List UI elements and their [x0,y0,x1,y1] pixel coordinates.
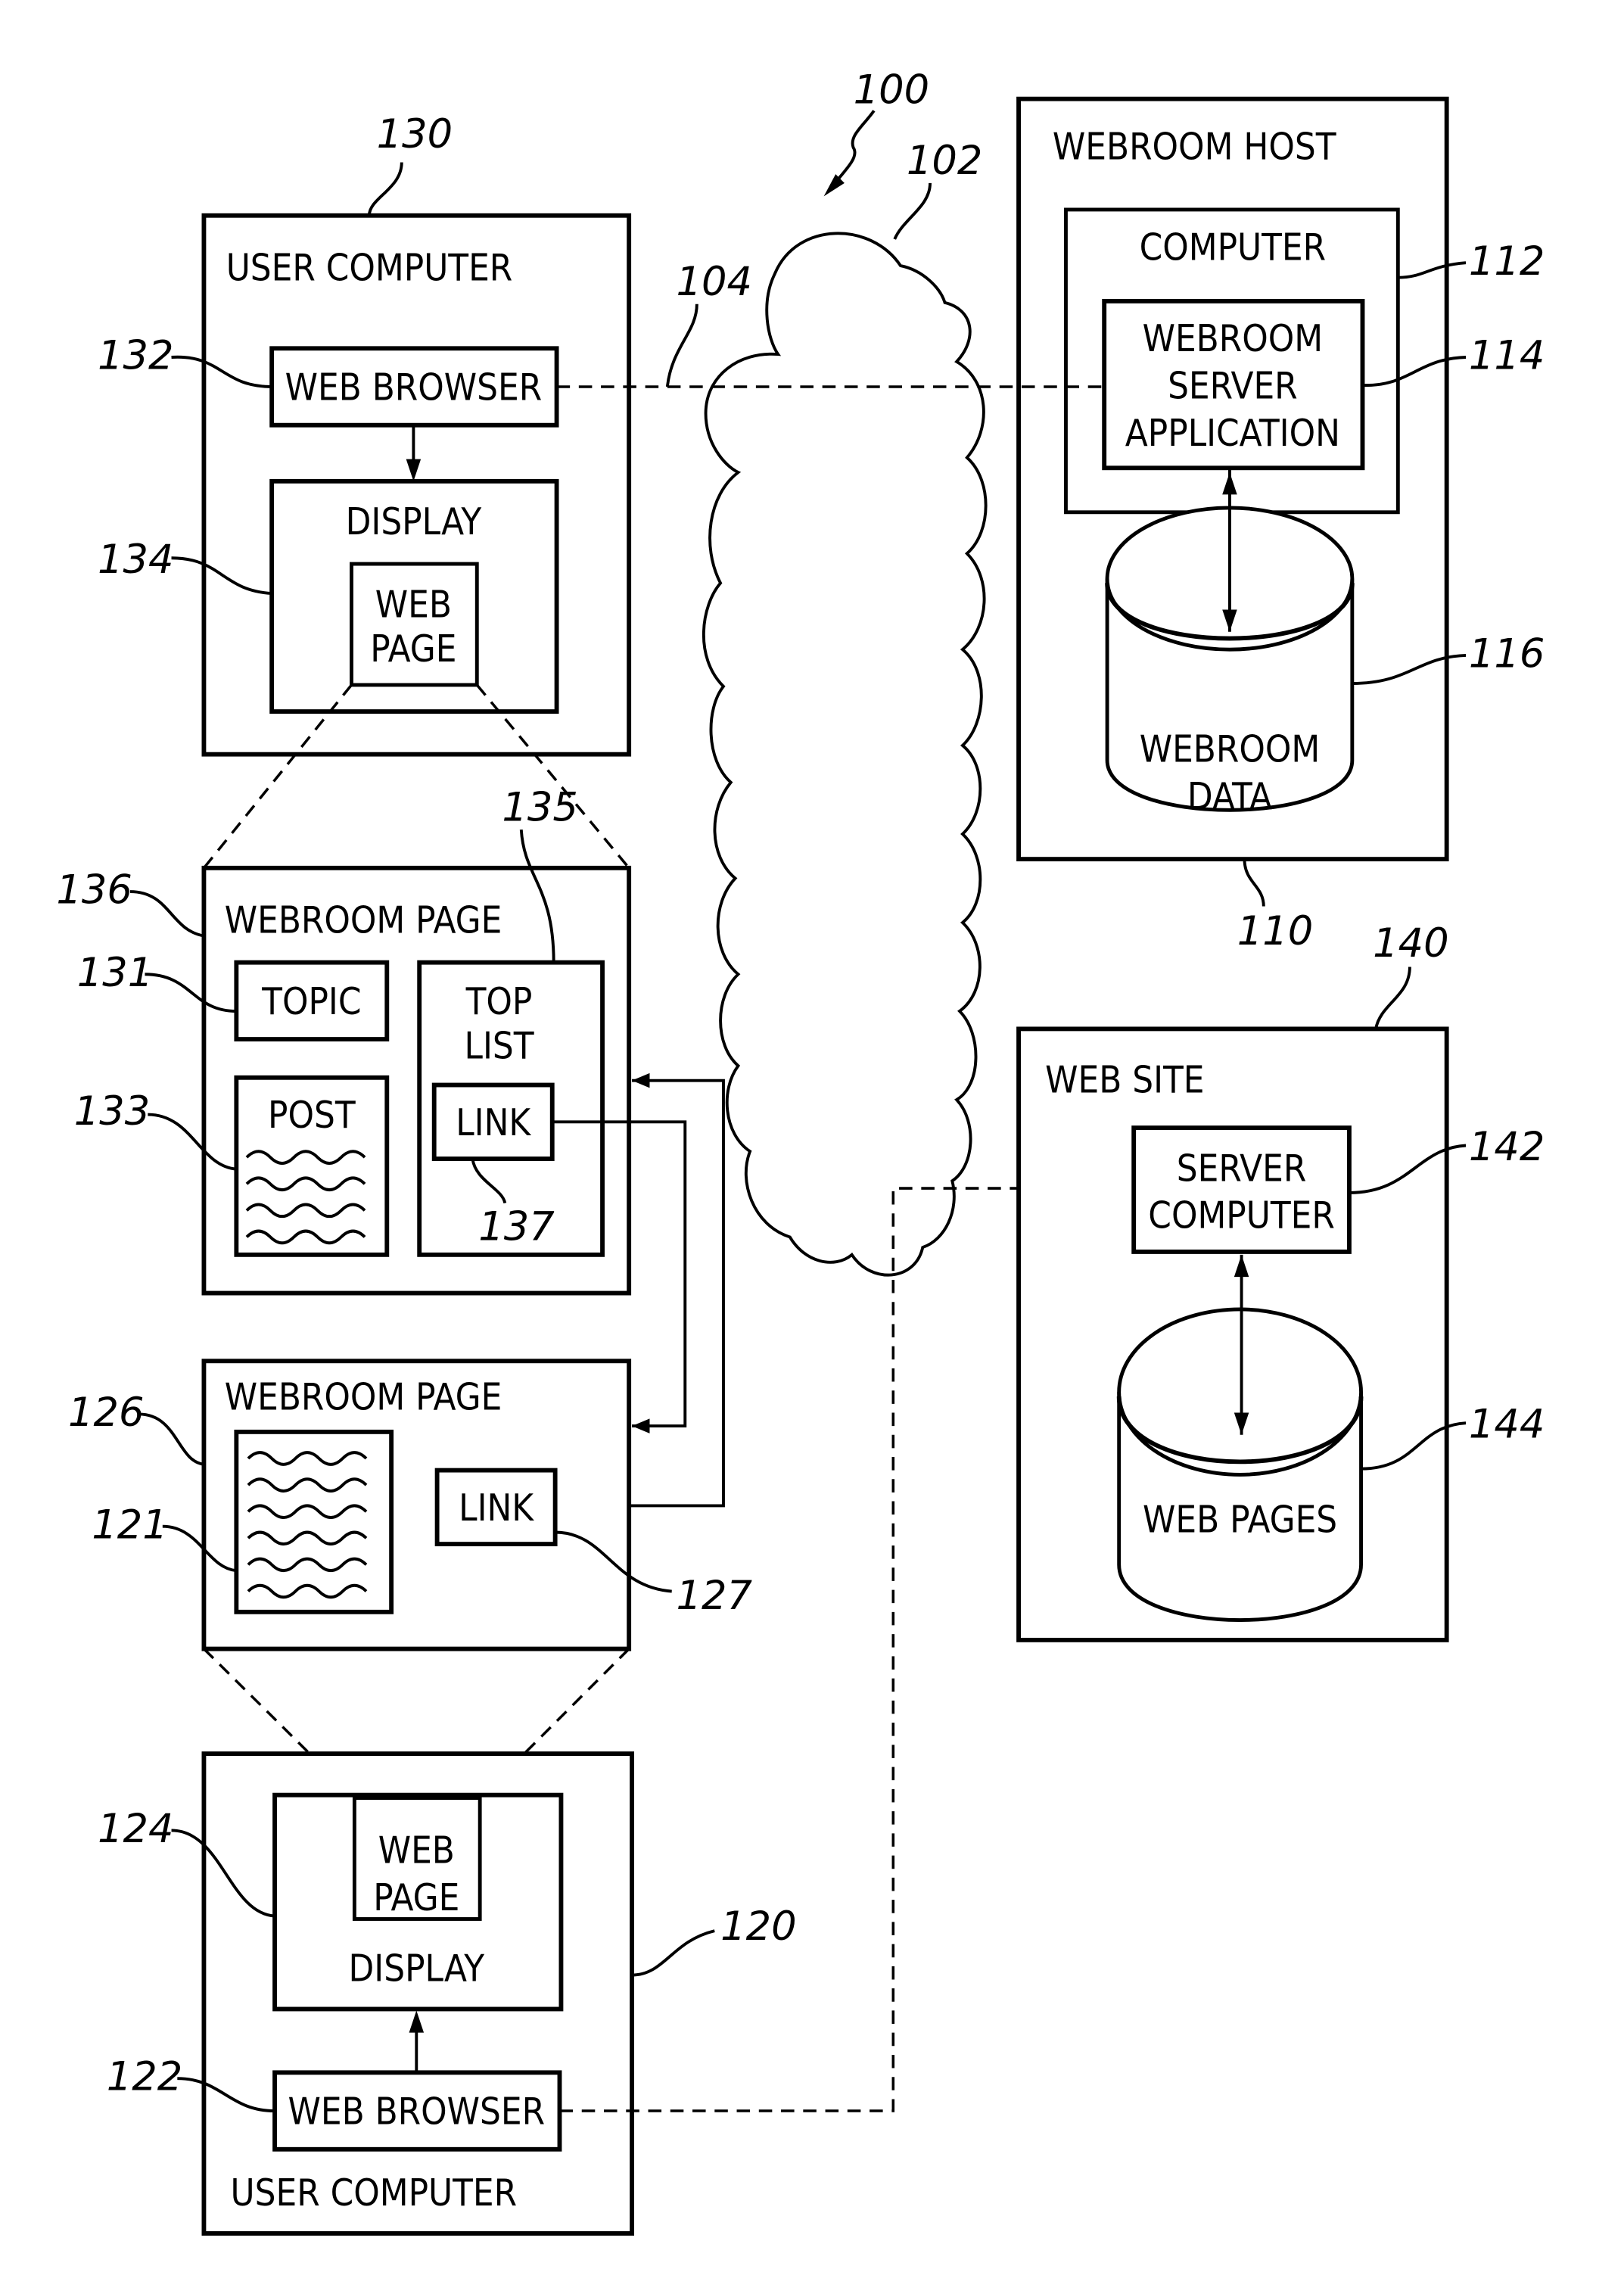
web-site: WEB SITE SERVER COMPUTER WEB PAGES [1016,1026,1449,1642]
ref-122: 122 [107,2054,183,2100]
top-list-line-2: LIST [465,1025,534,1067]
host-computer-label: COMPUTER [1140,226,1327,269]
post-label: POST [268,1094,356,1137]
top-list-line-1: TOP [465,981,533,1023]
ref-130-leader [367,162,403,216]
topic-label: TOPIC [261,981,361,1023]
web-browser-bottom-label: WEB BROWSER [288,2091,546,2134]
ref-120-leader [632,1929,715,1977]
user-computer-top-title: USER COMPUTER [226,247,513,290]
web-site-title: WEB SITE [1045,1059,1204,1101]
arrowhead-left-icon [632,1072,650,1088]
ref-131: 131 [77,950,154,996]
ref-120: 120 [720,1903,797,1950]
ref-137: 137 [478,1203,555,1250]
ref-104: 104 [677,259,753,305]
server-app-line-1: WEBROOM [1143,318,1324,360]
webroom-host: WEBROOM HOST COMPUTER WEBROOM SERVER APP… [1016,96,1449,862]
webroom-page-top: WEBROOM PAGE TOPIC POST TOP LIST LINK [201,865,632,1296]
webroom-host-title: WEBROOM HOST [1053,126,1336,169]
display-top-label: DISPLAY [346,501,482,543]
ref-121: 121 [92,1502,168,1548]
web-page-top-line-2: PAGE [370,628,456,671]
ref-132: 132 [98,333,174,379]
ref-136: 136 [56,867,132,914]
web-page-bottom-line-1: WEB [378,1829,455,1872]
ref-110-leader [1243,859,1265,907]
display-bottom-label: DISPLAY [349,1947,485,1990]
server-app-line-2: SERVER [1168,366,1298,408]
ref-112: 112 [1469,238,1545,285]
ref-140-leader [1374,967,1411,1029]
network-diagram: 100 102 WEBROOM HOST COMPUTER WEBROOM SE… [56,67,1545,2236]
ref-136-leader [129,890,204,938]
ref-134: 134 [98,537,174,583]
server-computer-line-1: SERVER [1177,1147,1307,1190]
user-computer-top: USER COMPUTER WEB BROWSER DISPLAY WEB PA… [201,213,632,757]
server-app-line-3: APPLICATION [1125,412,1340,455]
ref-124: 124 [98,1806,174,1852]
ref-133: 133 [74,1088,151,1135]
ref-135: 135 [502,784,578,830]
ref-116: 116 [1469,631,1545,677]
user-computer-bottom: WEB PAGE DISPLAY WEB BROWSER USER COMPUT… [201,1751,634,2236]
arrowhead-left-icon [632,1418,650,1433]
webroom-data-line-1: WEBROOM [1140,728,1321,770]
web-pages-label: WEB PAGES [1143,1499,1337,1542]
ref-102: 102 [907,138,983,184]
webroom-page-bottom-title: WEBROOM PAGE [225,1377,502,1419]
web-page-bottom-line-2: PAGE [373,1877,459,1919]
ref-140: 140 [1373,920,1449,967]
page-bottom-link-label: LINK [459,1487,534,1530]
ref-104-leader [665,303,698,388]
ref-110: 110 [1237,908,1314,954]
server-computer-line-2: COMPUTER [1148,1195,1335,1237]
ref-100: 100 [854,67,930,114]
web-browser-top-label: WEB BROWSER [285,367,543,409]
webroom-page-top-title: WEBROOM PAGE [225,900,502,942]
ref-126-leader [138,1412,204,1466]
ref-126: 126 [68,1390,145,1436]
ref-127: 127 [677,1573,753,1619]
network-cloud [702,232,988,1277]
web-page-top-line-1: WEB [375,584,452,626]
ref-144: 144 [1469,1402,1545,1448]
user-computer-bottom-title: USER COMPUTER [231,2172,518,2215]
ref-142: 142 [1469,1124,1545,1170]
top-list-link-label: LINK [456,1102,531,1144]
webroom-page-bottom: WEBROOM PAGE LINK [201,1359,632,1651]
ref-102-leader [893,182,932,240]
webroom-data-line-2: DATA [1187,776,1272,818]
ref-130: 130 [377,111,453,157]
ref-114: 114 [1469,333,1545,379]
